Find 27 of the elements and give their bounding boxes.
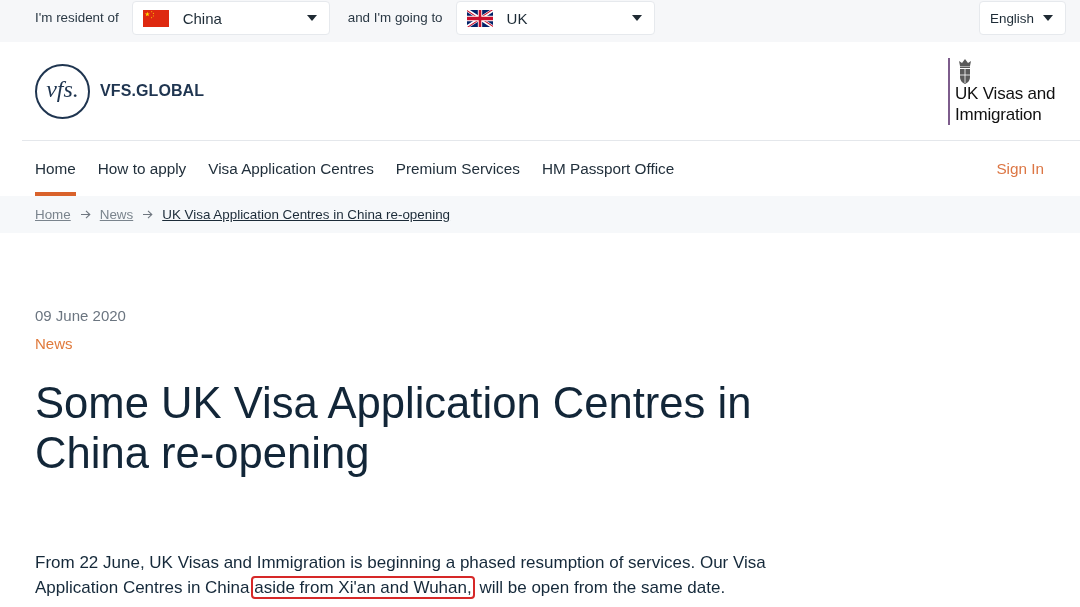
caret-down-icon xyxy=(1043,15,1053,21)
partner-logo-text: UK Visas and Immigration xyxy=(955,82,1057,125)
article-category: News xyxy=(35,334,74,354)
breadcrumb-link[interactable]: News xyxy=(99,207,134,222)
country-select[interactable]: China xyxy=(131,1,330,35)
china-flag-icon xyxy=(142,9,169,27)
destination-select[interactable]: UK xyxy=(455,1,655,35)
article-paragraph: From 22 June, UK Visas and Immigration is beginning a phased resumption of services. Our Visa Application Centres in China aside from Xi'an and Wuhan, will be open from the same date. xyxy=(35,552,767,600)
breadcrumb-link[interactable]: Home xyxy=(35,207,71,222)
destination-label: and I'm going to xyxy=(347,9,443,27)
arrow-right-icon xyxy=(143,210,154,219)
language-select[interactable]: English xyxy=(979,1,1066,35)
arrow-right-icon xyxy=(80,210,91,219)
nav-link[interactable]: Premium Services xyxy=(395,141,520,196)
logo-wordmark: VFS.GLOBAL xyxy=(100,82,205,100)
nav-link[interactable]: Visa Application Centres xyxy=(208,141,374,196)
nav-link[interactable]: How to apply xyxy=(97,141,187,196)
crest-icon xyxy=(956,57,974,85)
article-title: Some UK Visa Application Centres in China re-opening xyxy=(35,378,753,478)
breadcrumb-link[interactable]: UK Visa Application Centres in China re-opening xyxy=(162,207,451,222)
nav-link[interactable]: HM Passport Office xyxy=(541,141,675,196)
caret-down-icon xyxy=(306,15,317,21)
caret-down-icon xyxy=(631,15,642,21)
article-date: 09 June 2020 xyxy=(35,306,127,326)
resident-label: I'm resident of xyxy=(35,9,119,27)
union-jack-flag-icon xyxy=(466,9,493,27)
logo-emblem: vfs. xyxy=(35,63,90,119)
